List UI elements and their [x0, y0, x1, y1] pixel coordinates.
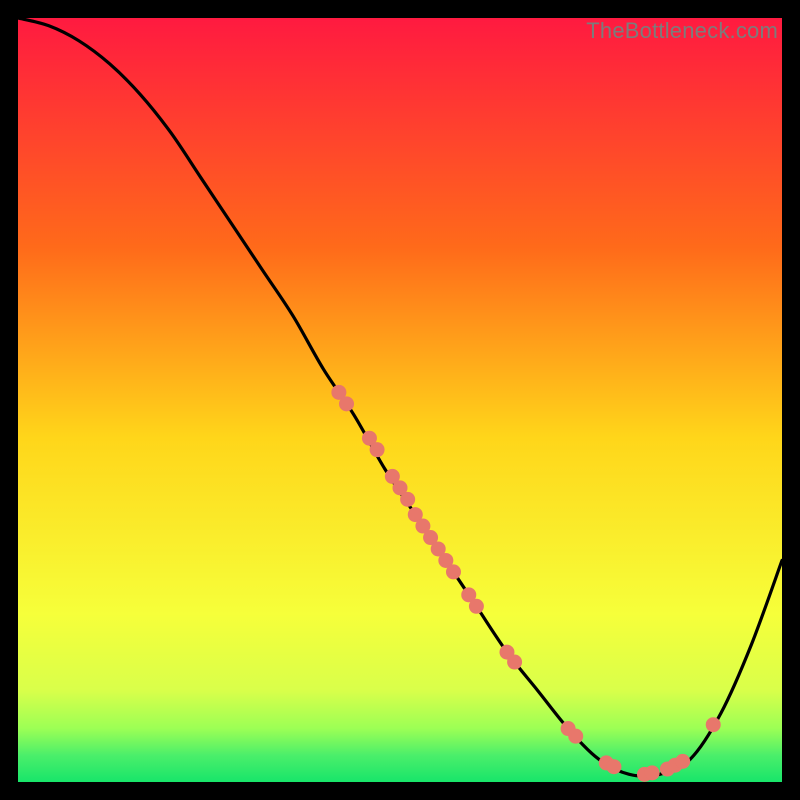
highlight-dot [706, 717, 721, 732]
highlight-dot [370, 442, 385, 457]
highlight-dot [339, 396, 354, 411]
highlight-dot [400, 492, 415, 507]
highlight-dot [606, 759, 621, 774]
highlight-dot [446, 564, 461, 579]
chart-frame: TheBottleneck.com [18, 18, 782, 782]
highlight-dot [675, 754, 690, 769]
gradient-background [18, 18, 782, 782]
highlight-dot [645, 765, 660, 780]
highlight-dot [507, 655, 522, 670]
watermark-text: TheBottleneck.com [586, 18, 778, 44]
highlight-dot [568, 729, 583, 744]
bottleneck-chart [18, 18, 782, 782]
highlight-dot [469, 599, 484, 614]
